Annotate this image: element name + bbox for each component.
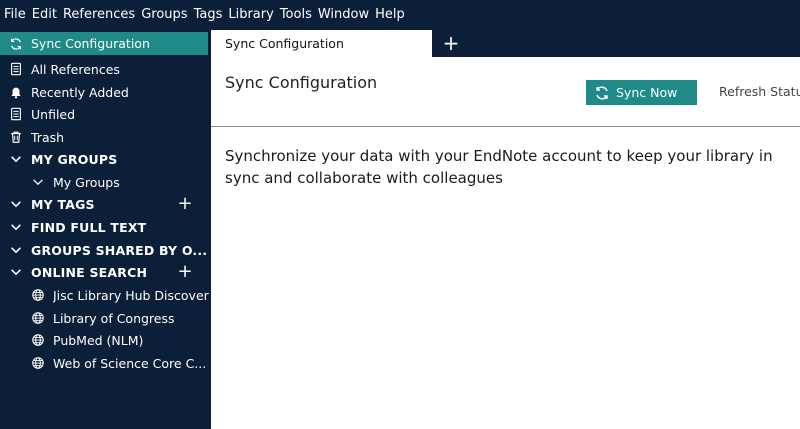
page-title: Sync Configuration bbox=[225, 73, 378, 92]
menu-groups[interactable]: Groups bbox=[141, 0, 187, 30]
chevron-down-icon bbox=[30, 174, 46, 190]
sidebar-item-label: Sync Configuration bbox=[31, 36, 150, 51]
sidebar-item-label: PubMed (NLM) bbox=[53, 332, 144, 348]
menu-references[interactable]: References bbox=[63, 0, 135, 30]
globe-icon bbox=[30, 287, 46, 303]
sync-description: Synchronize your data with your EndNote … bbox=[225, 147, 773, 187]
menu-file[interactable]: File bbox=[4, 0, 26, 30]
sidebar-section-my-groups[interactable]: MY GROUPS bbox=[0, 148, 210, 170]
sync-now-button[interactable]: Sync Now bbox=[586, 80, 697, 105]
document-icon bbox=[8, 106, 24, 122]
sidebar-section-groups-shared[interactable]: GROUPS SHARED BY O... bbox=[0, 239, 210, 261]
sidebar-section-label: FIND FULL TEXT bbox=[31, 219, 147, 235]
sidebar-section-online-search[interactable]: ONLINE SEARCH + bbox=[0, 261, 210, 283]
sidebar-item-online-loc[interactable]: Library of Congress bbox=[0, 307, 210, 329]
sidebar-item-online-wos[interactable]: Web of Science Core C... bbox=[0, 352, 210, 374]
tab-strip: Sync Configuration + bbox=[211, 30, 800, 57]
chevron-down-icon bbox=[8, 264, 24, 280]
sidebar-item-recently-added[interactable]: Recently Added bbox=[0, 81, 210, 103]
tab-sync-configuration[interactable]: Sync Configuration bbox=[211, 30, 432, 57]
globe-icon bbox=[30, 310, 46, 326]
sidebar-item-sync-configuration[interactable]: Sync Configuration bbox=[0, 32, 208, 55]
sidebar-item-trash[interactable]: Trash bbox=[0, 126, 210, 148]
globe-icon bbox=[30, 355, 46, 371]
sidebar-item-label: Jisc Library Hub Discover bbox=[53, 287, 209, 303]
sidebar-item-unfiled[interactable]: Unfiled bbox=[0, 103, 210, 125]
sidebar-item-label: Recently Added bbox=[31, 84, 129, 100]
main-header: Sync Configuration Sync Now Refresh Stat… bbox=[211, 57, 800, 127]
sidebar-item-my-groups[interactable]: My Groups bbox=[0, 171, 210, 193]
sidebar-section-label: MY GROUPS bbox=[31, 151, 118, 167]
sidebar: Sync Configuration All References Recent… bbox=[0, 30, 210, 429]
sidebar-item-label: My Groups bbox=[53, 174, 120, 190]
chevron-down-icon bbox=[8, 196, 24, 212]
bell-icon bbox=[8, 84, 24, 100]
menu-edit[interactable]: Edit bbox=[32, 0, 57, 30]
sidebar-item-label: Web of Science Core C... bbox=[53, 355, 207, 371]
document-icon bbox=[8, 61, 24, 77]
sidebar-section-my-tags[interactable]: MY TAGS + bbox=[0, 193, 210, 215]
trash-icon bbox=[8, 129, 24, 145]
sync-icon bbox=[594, 85, 610, 101]
sidebar-item-label: Library of Congress bbox=[53, 310, 175, 326]
menu-library[interactable]: Library bbox=[228, 0, 273, 30]
sidebar-item-online-pubmed[interactable]: PubMed (NLM) bbox=[0, 329, 210, 351]
sidebar-item-all-references[interactable]: All References bbox=[0, 58, 210, 80]
sidebar-section-find-full-text[interactable]: FIND FULL TEXT bbox=[0, 216, 210, 238]
refresh-status-button[interactable]: Refresh Status bbox=[719, 84, 800, 99]
sidebar-item-online-jisc[interactable]: Jisc Library Hub Discover bbox=[0, 284, 210, 306]
chevron-down-icon bbox=[8, 242, 24, 258]
menu-window[interactable]: Window bbox=[318, 0, 369, 30]
menu-tools[interactable]: Tools bbox=[280, 0, 312, 30]
main-pane: Sync Configuration Sync Now Refresh Stat… bbox=[211, 57, 800, 429]
new-tab-plus-icon[interactable]: + bbox=[440, 32, 462, 54]
sidebar-item-label: Trash bbox=[31, 129, 65, 145]
sync-now-label: Sync Now bbox=[616, 85, 678, 100]
add-tag-plus-icon[interactable]: + bbox=[176, 194, 194, 214]
menu-help[interactable]: Help bbox=[375, 0, 405, 30]
menubar: File Edit References Groups Tags Library… bbox=[0, 0, 800, 30]
globe-icon bbox=[30, 332, 46, 348]
sync-icon bbox=[8, 36, 24, 52]
add-online-search-plus-icon[interactable]: + bbox=[176, 262, 194, 282]
chevron-down-icon bbox=[8, 219, 24, 235]
sidebar-section-label: GROUPS SHARED BY O... bbox=[31, 242, 208, 258]
sidebar-item-label: All References bbox=[31, 61, 120, 77]
chevron-down-icon bbox=[8, 151, 24, 167]
menu-tags[interactable]: Tags bbox=[194, 0, 223, 30]
sidebar-item-label: Unfiled bbox=[31, 106, 76, 122]
